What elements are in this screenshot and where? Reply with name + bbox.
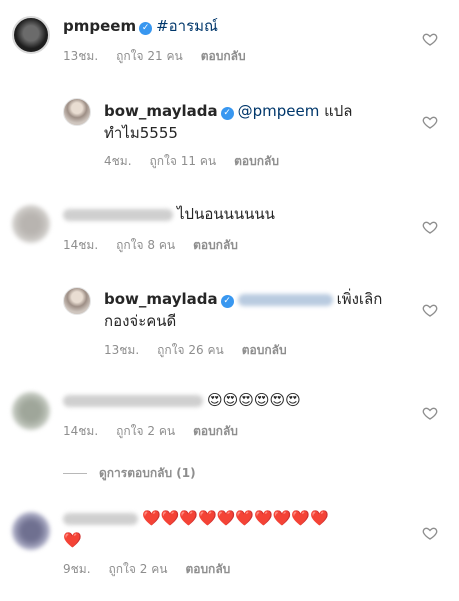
- divider: [63, 473, 87, 474]
- likes-count[interactable]: ถูกใจ 2 คน: [116, 424, 175, 438]
- comment-text: ไปนอนนนนนน: [177, 205, 275, 223]
- comment-meta: 14ชม. ถูกใจ 2 คน ตอบกลับ: [63, 422, 256, 441]
- view-replies-button[interactable]: ดูการตอบกลับ (1): [63, 464, 196, 483]
- comment-body: ไปนอนนนนนน: [63, 203, 275, 225]
- username[interactable]: bow_maylada: [104, 102, 218, 120]
- avatar[interactable]: [12, 16, 50, 54]
- username-blurred[interactable]: [63, 512, 138, 525]
- username-blurred[interactable]: [63, 208, 173, 221]
- heart-outline-icon[interactable]: [422, 114, 438, 130]
- likes-count[interactable]: ถูกใจ 21 คน: [116, 49, 183, 63]
- comment-meta: 4ชม. ถูกใจ 11 คน ตอบกลับ: [104, 152, 297, 171]
- avatar[interactable]: [12, 392, 50, 430]
- mention[interactable]: @pmpeem: [238, 102, 320, 120]
- comment-meta: 13ชม. ถูกใจ 21 คน ตอบกลับ: [63, 47, 264, 66]
- comment-text-cont: ❤️: [63, 531, 82, 549]
- comment-meta: 14ชม. ถูกใจ 8 คน ตอบกลับ: [63, 236, 256, 255]
- comment-text-cont: กองจ่ะคนดี: [104, 312, 177, 330]
- comment-text: 😍😍😍😍😍😍: [207, 391, 301, 409]
- likes-count[interactable]: ถูกใจ 8 คน: [116, 238, 175, 252]
- likes-count[interactable]: ถูกใจ 11 คน: [150, 154, 217, 168]
- timestamp: 9ชม.: [63, 562, 91, 576]
- likes-count[interactable]: ถูกใจ 2 คน: [109, 562, 168, 576]
- reply-button[interactable]: ตอบกลับ: [193, 424, 238, 438]
- username-blurred[interactable]: [63, 394, 203, 407]
- view-replies-label: ดูการตอบกลับ (1): [99, 466, 196, 480]
- avatar[interactable]: [12, 205, 50, 243]
- comment-text: ❤️❤️❤️❤️❤️❤️❤️❤️❤️❤️: [142, 509, 329, 527]
- reply-button[interactable]: ตอบกลับ: [242, 343, 287, 357]
- heart-outline-icon[interactable]: [422, 302, 438, 318]
- hashtag[interactable]: #อารมณ์: [156, 17, 218, 35]
- comment-meta: 13ชม. ถูกใจ 26 คน ตอบกลับ: [104, 341, 305, 360]
- reply-button[interactable]: ตอบกลับ: [234, 154, 279, 168]
- verified-badge-icon: ✓: [139, 22, 153, 35]
- heart-outline-icon[interactable]: [422, 405, 438, 421]
- mention-blurred[interactable]: [237, 293, 333, 306]
- timestamp: 14ชม.: [63, 238, 99, 252]
- likes-count[interactable]: ถูกใจ 26 คน: [157, 343, 224, 357]
- comment-text: เพิ่งเลิก: [336, 290, 383, 308]
- comment-body: ❤️❤️❤️❤️❤️❤️❤️❤️❤️❤️ ❤️: [63, 507, 329, 551]
- comment-text-cont: ทำไม5555: [104, 124, 178, 142]
- reply-button[interactable]: ตอบกลับ: [201, 49, 246, 63]
- timestamp: 4ชม.: [104, 154, 132, 168]
- comment-body: pmpeem ✓ #อารมณ์: [63, 15, 218, 37]
- timestamp: 13ชม.: [104, 343, 140, 357]
- username[interactable]: pmpeem: [63, 17, 136, 35]
- reply-button[interactable]: ตอบกลับ: [193, 238, 238, 252]
- reply-button[interactable]: ตอบกลับ: [185, 562, 230, 576]
- comment-text: แปล: [324, 102, 353, 120]
- comment-body: 😍😍😍😍😍😍: [63, 389, 301, 411]
- comment-body: bow_maylada ✓ @pmpeem แปล ทำไม5555: [104, 100, 353, 144]
- avatar[interactable]: [63, 98, 91, 126]
- heart-outline-icon[interactable]: [422, 31, 438, 47]
- avatar[interactable]: [63, 287, 91, 315]
- heart-outline-icon[interactable]: [422, 525, 438, 541]
- avatar[interactable]: [12, 512, 50, 550]
- comment-body: bow_maylada ✓ เพิ่งเลิก กองจ่ะคนดี: [104, 288, 382, 332]
- username[interactable]: bow_maylada: [104, 290, 218, 308]
- verified-badge-icon: ✓: [220, 107, 234, 120]
- verified-badge-icon: ✓: [220, 295, 234, 308]
- heart-outline-icon[interactable]: [422, 219, 438, 235]
- timestamp: 13ชม.: [63, 49, 99, 63]
- timestamp: 14ชม.: [63, 424, 99, 438]
- comment-meta: 9ชม. ถูกใจ 2 คน ตอบกลับ: [63, 560, 248, 579]
